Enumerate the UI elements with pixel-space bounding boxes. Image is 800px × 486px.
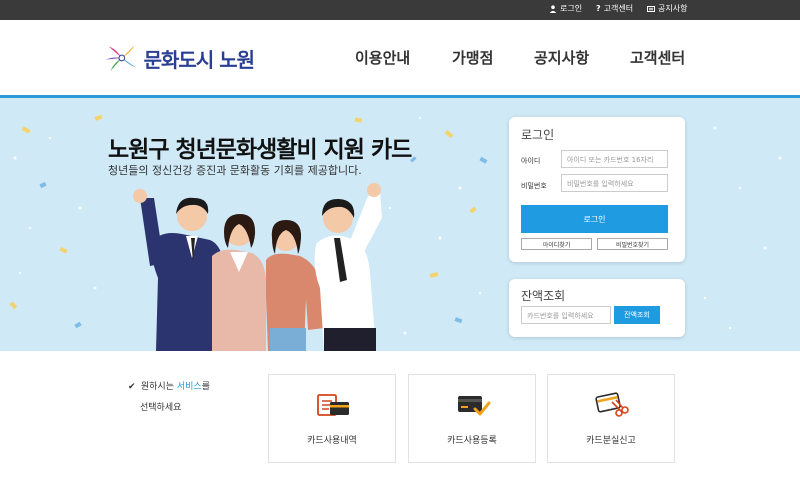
balance-title: 잔액조회 xyxy=(521,289,566,303)
check-icon: ✔ xyxy=(128,382,136,392)
balance-check-button[interactable]: 잔액조회 xyxy=(614,306,660,324)
logo-text: 문화도시 노원 xyxy=(143,47,255,72)
hero-title: 노원구 청년문화생활비 지원 카드 xyxy=(108,137,412,163)
person-icon xyxy=(549,4,557,13)
site-header: 문화도시 노원 이용안내 가맹점 공지사항 고객센터 xyxy=(0,20,800,95)
find-id-button[interactable]: 아이디찾기 xyxy=(521,238,592,250)
service-prompt-pre: 원하시는 xyxy=(140,382,177,392)
card-lost-card[interactable]: 카드분실신고 xyxy=(547,374,675,463)
nav-usage-guide[interactable]: 이용안내 xyxy=(355,47,410,68)
top-login-link[interactable]: 로그인 xyxy=(549,3,582,14)
top-notice-label: 공지사항 xyxy=(658,4,688,13)
card-lost-icon xyxy=(595,392,629,417)
question-icon: ? xyxy=(596,4,601,13)
service-prompt-accent: 서비스 xyxy=(176,382,202,392)
login-panel: 로그인 아이디 아이디 또는 카드번호 16자리 비밀번호 비밀번호를 입력하세… xyxy=(509,117,685,262)
service-prompt-post: 를 xyxy=(201,382,210,392)
card-history-icon xyxy=(317,394,349,416)
card-register-icon xyxy=(458,396,491,416)
login-title: 로그인 xyxy=(521,128,555,142)
logo-mark-icon xyxy=(105,45,137,71)
card-lost-label: 카드분실신고 xyxy=(586,436,636,446)
card-register-label: 카드사용등록 xyxy=(447,436,497,446)
hero-subtitle: 청년들의 정신건강 증진과 문화활동 기회를 제공합니다. xyxy=(108,164,362,177)
balance-panel: 잔액조회 카드번호를 입력하세요 잔액조회 xyxy=(509,279,685,337)
top-customer-center-label: 고객센터 xyxy=(603,4,634,13)
service-prompt: ✔ 원하시는 서비스를 선택하세요 xyxy=(128,377,210,419)
password-label: 비밀번호 xyxy=(521,182,547,190)
find-password-button[interactable]: 비밀번호찾기 xyxy=(597,238,668,250)
top-customer-center-link[interactable]: ? 고객센터 xyxy=(596,3,633,14)
top-utility-bar: 로그인 ? 고객센터 공지사항 xyxy=(0,0,800,20)
login-button[interactable]: 로그인 xyxy=(521,205,668,233)
youth-group-illustration xyxy=(133,183,382,351)
nav-customer-center[interactable]: 고객센터 xyxy=(630,47,685,68)
site-logo[interactable]: 문화도시 노원 xyxy=(104,38,255,78)
notice-icon xyxy=(647,5,655,12)
top-notice-link[interactable]: 공지사항 xyxy=(647,3,687,14)
password-input[interactable]: 비밀번호를 입력하세요 xyxy=(561,174,668,192)
nav-notices[interactable]: 공지사항 xyxy=(534,47,589,68)
card-number-input[interactable]: 카드번호를 입력하세요 xyxy=(521,306,611,324)
id-label: 아이디 xyxy=(521,157,541,165)
id-input[interactable]: 아이디 또는 카드번호 16자리 xyxy=(561,150,668,168)
service-prompt-line2: 선택하세요 xyxy=(140,403,182,413)
card-history-card[interactable]: 카드사용내역 xyxy=(268,374,396,463)
nav-merchants[interactable]: 가맹점 xyxy=(452,47,493,68)
card-history-label: 카드사용내역 xyxy=(307,436,357,446)
card-register-card[interactable]: 카드사용등록 xyxy=(408,374,536,463)
top-login-label: 로그인 xyxy=(560,4,583,13)
